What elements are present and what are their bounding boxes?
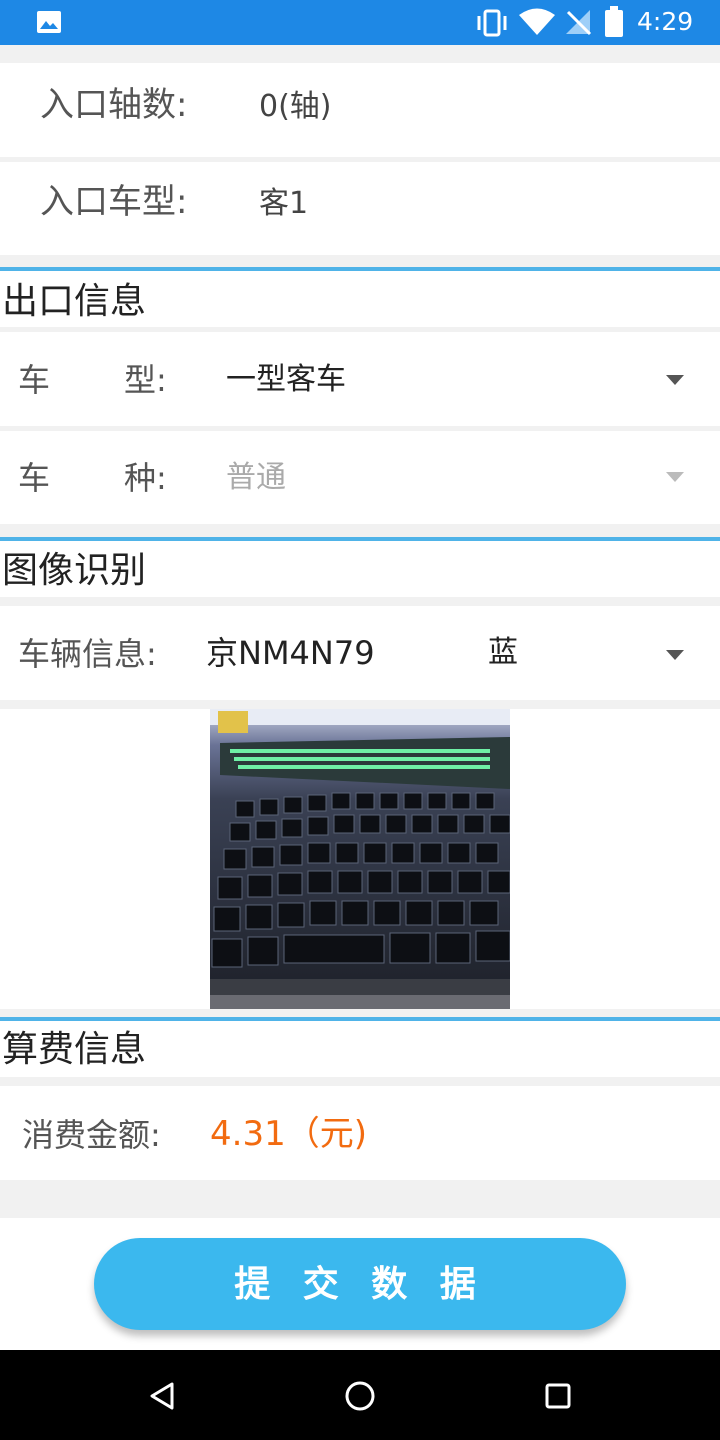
divider [0,700,720,709]
fee-amount-label: 消费金额: [22,1116,161,1154]
fee-amount-value: 4.31（元) [210,1114,367,1154]
exit-kind-value: 普通 [226,460,286,495]
chevron-down-icon[interactable] [666,375,684,385]
entry-axles-row: 入口轴数: 0(轴) [0,63,720,157]
exit-kind-label-a: 车 [18,459,51,497]
gap [0,1180,720,1218]
home-icon[interactable] [344,1380,376,1412]
exit-type-value: 一型客车 [226,362,346,397]
navigation-bar [0,1350,720,1440]
divider [0,597,720,606]
status-bar: 4:29 [0,0,720,45]
submit-button[interactable]: 提 交 数 据 [94,1238,626,1330]
fee-info-title: 算费信息 [2,1029,147,1070]
entry-axles-value: 0(轴) [259,89,332,124]
recents-icon[interactable] [544,1382,572,1410]
gallery-icon [37,11,61,33]
chevron-down-icon[interactable] [666,650,684,660]
exit-info-title: 出口信息 [2,281,147,322]
wifi-icon [519,8,555,35]
exit-type-label-b: 型: [124,361,167,399]
vibrate-icon [477,9,507,37]
gap [0,1009,720,1017]
chevron-down-icon[interactable] [666,472,684,482]
gap [0,255,720,267]
vehicle-photo[interactable] [210,709,510,1009]
vehicle-info-label: 车辆信息: [18,635,157,673]
back-icon[interactable] [148,1382,176,1410]
clock: 4:29 [637,7,694,36]
divider [0,1077,720,1086]
image-recognition-title: 图像识别 [2,550,147,591]
exit-type-label-a: 车 [18,361,51,399]
no-signal-icon [566,10,592,36]
entry-axles-label: 入口轴数: [40,85,188,125]
plate-color[interactable]: 蓝 [488,633,518,673]
exit-kind-select[interactable]: 车 种: 普通 [0,431,720,524]
gap [0,524,720,537]
gap [0,45,720,63]
entry-type-label: 入口车型: [40,182,188,222]
keyboard-photo-image [210,709,510,1009]
section-divider [0,1017,720,1021]
exit-type-select[interactable]: 车 型: 一型客车 [0,332,720,426]
section-divider [0,267,720,271]
fee-amount-row: 消费金额: 4.31（元) [0,1086,720,1180]
plate-number[interactable]: 京NM4N79 [206,633,375,673]
section-divider [0,537,720,541]
vehicle-info-row[interactable]: 车辆信息: 京NM4N79 蓝 [0,606,720,700]
battery-icon [605,6,623,37]
entry-type-value: 客1 [259,186,309,221]
entry-type-row: 入口车型: 客1 [0,162,720,255]
exit-kind-label-b: 种: [124,459,167,497]
